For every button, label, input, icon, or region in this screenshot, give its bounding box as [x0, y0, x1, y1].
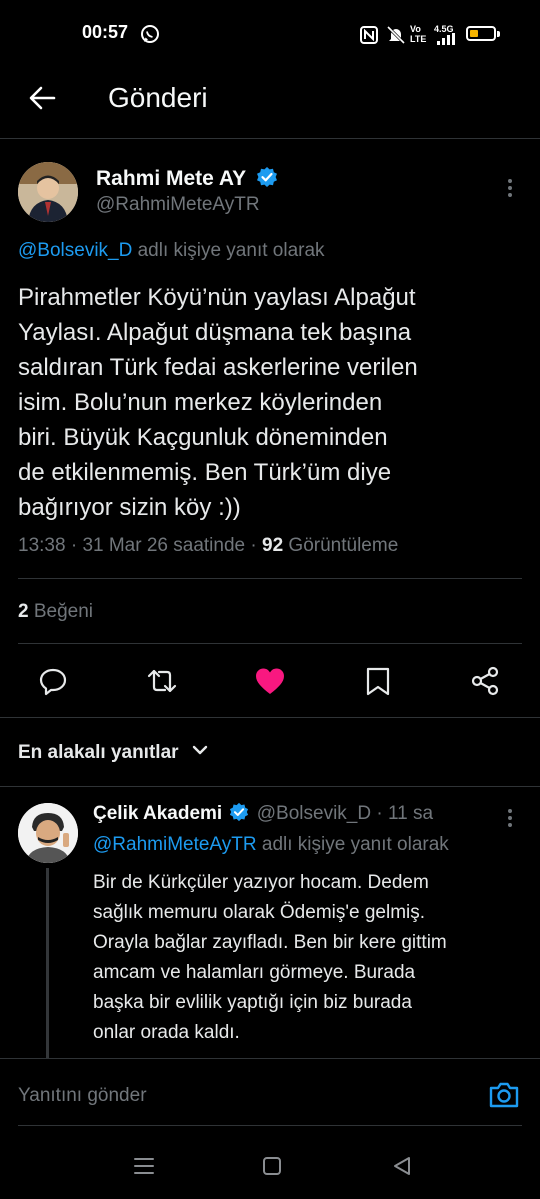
- recent-apps-icon[interactable]: [132, 1154, 156, 1178]
- reply-context: @RahmiMeteAyTR adlı kişiye yanıt olarak: [93, 834, 449, 856]
- retweet-icon[interactable]: [146, 666, 177, 696]
- reply-text-line: onlar orada kaldı.: [93, 1022, 240, 1043]
- tweet-text-line: isim. Bolu’nun merkez köylerinden: [18, 389, 383, 416]
- reply-author-handle[interactable]: @Bolsevik_D: [257, 803, 371, 824]
- tweet-time: 13:38: [18, 535, 66, 556]
- header-divider: [0, 138, 540, 139]
- actions-divider: [0, 717, 540, 718]
- reply-age: 11 sa: [387, 803, 434, 824]
- reply-text-line: amcam ve halamları görmeye. Burada: [93, 962, 416, 983]
- meta-divider: [18, 578, 522, 579]
- whatsapp-icon: [140, 24, 160, 49]
- tweet-text-line: saldıran Türk fedai askerlerine verilen: [18, 354, 418, 381]
- reply-context: @Bolsevik_D adlı kişiye yanıt olarak: [18, 240, 325, 262]
- verified-badge-icon: [256, 166, 278, 194]
- more-options-icon[interactable]: [500, 178, 520, 198]
- tweet-text-line: de etkilenmemiş. Ben Türk’üm diye: [18, 459, 392, 486]
- author-name-text[interactable]: Rahmi Mete AY: [96, 167, 246, 190]
- sort-label: En alakalı yanıtlar: [18, 742, 179, 763]
- author-handle[interactable]: @RahmiMeteAyTR: [96, 194, 260, 216]
- compose-top-divider: [0, 1058, 540, 1059]
- battery-icon: [466, 26, 496, 41]
- share-icon[interactable]: [470, 666, 500, 696]
- author-avatar[interactable]: [18, 162, 78, 222]
- reply-more-options-icon[interactable]: [500, 808, 520, 828]
- compose-underline: [18, 1125, 522, 1126]
- back-triangle-icon[interactable]: [390, 1154, 414, 1178]
- page-title: Gönderi: [108, 82, 208, 113]
- bookmark-icon[interactable]: [364, 666, 394, 696]
- reply-text-line: sağlık memuru olarak Ödemiş'e gelmiş.: [93, 902, 426, 923]
- signal-icon: [436, 32, 456, 50]
- reply-to-mention[interactable]: @RahmiMeteAyTR: [93, 834, 257, 855]
- camera-icon[interactable]: [488, 1079, 520, 1111]
- sort-replies-dropdown[interactable]: En alakalı yanıtlar: [18, 740, 208, 764]
- tweet-text-line: Pirahmetler Köyü’nün yaylası Alpağut: [18, 284, 416, 311]
- views-count: 92: [262, 535, 284, 556]
- tweet-text-line: biri. Büyük Kaçgunluk döneminden: [18, 424, 388, 451]
- reply-compose-input[interactable]: Yanıtını gönder: [18, 1085, 147, 1107]
- reply-text: Bir de Kürkçüler yazıyor hocam. Dedem sa…: [93, 868, 523, 1048]
- verified-badge-icon: [229, 802, 249, 828]
- views-label: Görüntüleme: [288, 535, 399, 556]
- reply-icon[interactable]: [38, 666, 68, 696]
- nfc-icon: [360, 26, 378, 49]
- reply-author-name[interactable]: Çelik Akademi: [93, 803, 222, 824]
- tweet-meta: 13:38 · 31 Mar 26 saatinde · 92 Görüntül…: [18, 535, 399, 556]
- reply-author-avatar[interactable]: [18, 803, 78, 863]
- mute-icon: [386, 25, 406, 50]
- likes-divider: [18, 643, 522, 644]
- reply-to-suffix: adlı kişiye yanıt olarak: [132, 240, 325, 261]
- reply-header: Çelik Akademi @Bolsevik_D · 11 sa: [93, 802, 433, 828]
- reply-to-suffix: adlı kişiye yanıt olarak: [256, 834, 449, 855]
- reply-text-line: başka bir evlilik yaptığı için biz burad…: [93, 992, 412, 1013]
- reply-text-line: Bir de Kürkçüler yazıyor hocam. Dedem: [93, 872, 429, 893]
- tweet-date: 31 Mar 26 saatinde: [82, 535, 246, 556]
- tweet-text-line: bağırıyor sizin köy :)): [18, 494, 241, 521]
- back-arrow-icon[interactable]: [28, 84, 56, 112]
- likes-summary[interactable]: 2 Beğeni: [18, 601, 93, 623]
- sort-divider: [0, 786, 540, 787]
- reply-to-mention[interactable]: @Bolsevik_D: [18, 240, 132, 261]
- reply-separator: ·: [371, 803, 388, 824]
- tweet-text-line: Yaylası. Alpağut düşmana tek başına: [18, 319, 412, 346]
- reply-text-line: Orayla bağlar zayıfladı. Ben bir kere gi…: [93, 932, 447, 953]
- tweet-text: Pirahmetler Köyü’nün yaylası Alpağut Yay…: [18, 280, 518, 525]
- volte-icon: Vo LTE: [410, 24, 427, 44]
- likes-label: Beğeni: [33, 601, 94, 622]
- author-name[interactable]: Rahmi Mete AY: [96, 166, 278, 194]
- thread-line: [46, 868, 49, 1058]
- status-time: 00:57: [82, 22, 129, 42]
- chevron-down-icon: [192, 740, 208, 762]
- battery-nub: [497, 31, 500, 37]
- like-heart-icon[interactable]: [254, 666, 284, 696]
- battery-level: [470, 30, 478, 37]
- home-icon[interactable]: [260, 1154, 284, 1178]
- likes-count: 2: [18, 601, 29, 622]
